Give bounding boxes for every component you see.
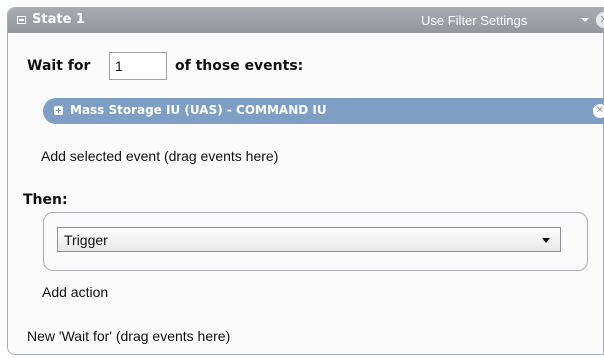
expand-icon[interactable] bbox=[54, 106, 63, 115]
state-panel: State 1 Use Filter Settings ✕ Wait for o… bbox=[7, 7, 604, 355]
new-wait-for-dropzone[interactable]: New 'Wait for' (drag events here) bbox=[27, 328, 230, 344]
collapse-icon[interactable] bbox=[17, 16, 26, 24]
action-select[interactable]: Trigger bbox=[57, 227, 561, 252]
event-count-input[interactable] bbox=[109, 52, 167, 80]
state-title: State 1 bbox=[32, 12, 85, 27]
close-icon[interactable]: ✕ bbox=[596, 12, 604, 28]
state-header: State 1 Use Filter Settings ✕ bbox=[8, 8, 604, 33]
chevron-down-icon bbox=[542, 238, 550, 243]
event-label: Mass Storage IU (UAS) - COMMAND IU bbox=[70, 103, 327, 117]
wait-for-label: Wait for bbox=[27, 58, 91, 74]
chevron-down-icon[interactable] bbox=[581, 18, 589, 22]
then-label: Then: bbox=[23, 192, 68, 208]
remove-event-icon[interactable]: ✕ bbox=[593, 104, 604, 118]
action-container: Trigger bbox=[43, 212, 588, 271]
add-action-link[interactable]: Add action bbox=[42, 284, 108, 300]
action-select-value: Trigger bbox=[64, 232, 108, 248]
event-item[interactable]: Mass Storage IU (UAS) - COMMAND IU ✕ bbox=[43, 98, 604, 124]
use-filter-settings-menu[interactable]: Use Filter Settings bbox=[421, 13, 527, 28]
wait-for-suffix: of those events: bbox=[175, 58, 304, 74]
add-selected-event-dropzone[interactable]: Add selected event (drag events here) bbox=[41, 148, 278, 164]
